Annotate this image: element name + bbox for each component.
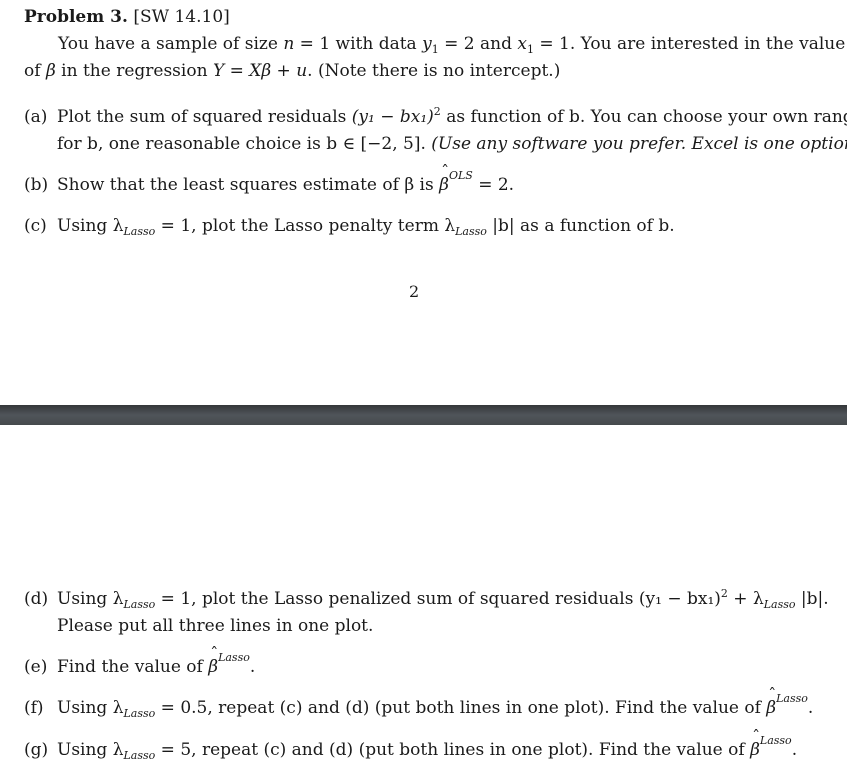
- part-a-line-2: for b, one reasonable choice is b ∈ [−2,…: [57, 133, 847, 155]
- text: = 0.5, repeat (c) and (d) (put both line…: [155, 698, 767, 718]
- text: Show that the least squares estimate of …: [57, 175, 440, 195]
- text: = 1, plot the Lasso penalized sum of squ…: [155, 589, 721, 609]
- math-expr: (y₁ − bx₁): [351, 107, 434, 127]
- part-d-line-1: (d) Using λLasso = 1, plot the Lasso pena…: [24, 588, 829, 610]
- text: = 5, repeat (c) and (d) (put both lines …: [155, 740, 751, 760]
- math-var: n: [283, 34, 295, 54]
- superscript: Lasso: [759, 734, 792, 747]
- text: |b|.: [795, 589, 829, 609]
- math-expr: Y = Xβ + u: [212, 61, 308, 81]
- subscript: 1: [431, 43, 439, 56]
- part-label: (a): [24, 107, 48, 127]
- part-e: (e) Find the value of βLasso.: [24, 643, 256, 680]
- subscript: Lasso: [455, 225, 487, 238]
- text: . (Note there is no intercept.): [307, 61, 561, 81]
- subscript: Lasso: [123, 707, 156, 720]
- text: Using λ: [57, 698, 124, 718]
- subscript: Lasso: [763, 598, 796, 611]
- superscript: 2: [720, 587, 728, 600]
- text: Using λ: [57, 740, 124, 760]
- text: Using λ: [57, 589, 124, 609]
- superscript: OLS: [448, 169, 473, 182]
- beta-hat: β: [750, 726, 760, 761]
- part-b: (b) Show that the least squares estimate …: [24, 161, 515, 198]
- text: .: [249, 657, 256, 677]
- superscript: Lasso: [776, 692, 808, 705]
- text: .: [807, 698, 814, 718]
- text: as function of b. You can choose your ow…: [440, 107, 847, 127]
- text: Plot the sum of squared residuals: [57, 107, 352, 127]
- text: + λ: [727, 589, 764, 609]
- part-f: (f) Using λLasso = 0.5, repeat (c) and (d…: [24, 684, 814, 721]
- part-c: (c) Using λLasso = 1, plot the Lasso pena…: [24, 215, 675, 237]
- text: = 1, plot the Lasso penalty term λ: [155, 216, 456, 236]
- text: = 2.: [472, 175, 515, 195]
- text: Find the value of: [57, 657, 209, 677]
- text: in the regression: [55, 61, 213, 81]
- subscript: Lasso: [123, 749, 156, 762]
- problem-title: Problem 3.: [24, 7, 128, 27]
- problem-source: [SW 14.10]: [133, 7, 230, 27]
- part-a-line-1: (a) Plot the sum of squared residuals (y₁…: [24, 106, 847, 128]
- text: = 1 with data: [294, 34, 423, 54]
- subscript: Lasso: [123, 225, 156, 238]
- text: Using λ: [57, 216, 124, 236]
- part-label: (e): [24, 657, 48, 677]
- text: = 1. You are interested in the value: [533, 34, 846, 54]
- page-divider: [0, 405, 847, 425]
- part-label: (b): [24, 175, 49, 195]
- subscript: 1: [526, 43, 534, 56]
- part-label: (g): [24, 740, 49, 760]
- text: .: [791, 740, 798, 760]
- text: for b, one reasonable choice is b ∈ [−2,…: [57, 134, 432, 154]
- page-number: 2: [409, 282, 420, 301]
- text: You have a sample of size: [58, 34, 284, 54]
- superscript: 2: [433, 105, 441, 118]
- problem-heading: Problem 3. [SW 14.10]: [24, 6, 230, 28]
- beta-hat: β: [208, 643, 218, 678]
- part-g: (g) Using λLasso = 5, repeat (c) and (d) …: [24, 726, 798, 763]
- subscript: Lasso: [123, 598, 156, 611]
- beta-hat: β: [439, 161, 449, 196]
- math-var: x: [517, 34, 527, 54]
- part-label: (c): [24, 216, 47, 236]
- superscript: Lasso: [218, 651, 250, 664]
- intro-line-2: of β in the regression Y = Xβ + u. (Note…: [24, 60, 560, 82]
- text: |b| as a function of b.: [486, 216, 675, 236]
- text: = 2 and: [438, 34, 518, 54]
- math-var: y: [422, 34, 432, 54]
- math-var: β: [45, 61, 56, 81]
- intro-line-1: You have a sample of size n = 1 with dat…: [58, 33, 845, 55]
- part-label: (f): [24, 698, 44, 718]
- italic-note: (Use any software you prefer. Excel is o…: [431, 134, 847, 154]
- beta-hat: β: [766, 684, 776, 719]
- part-d-line-2: Please put all three lines in one plot.: [57, 616, 374, 636]
- part-label: (d): [24, 589, 49, 609]
- text: of: [24, 61, 46, 81]
